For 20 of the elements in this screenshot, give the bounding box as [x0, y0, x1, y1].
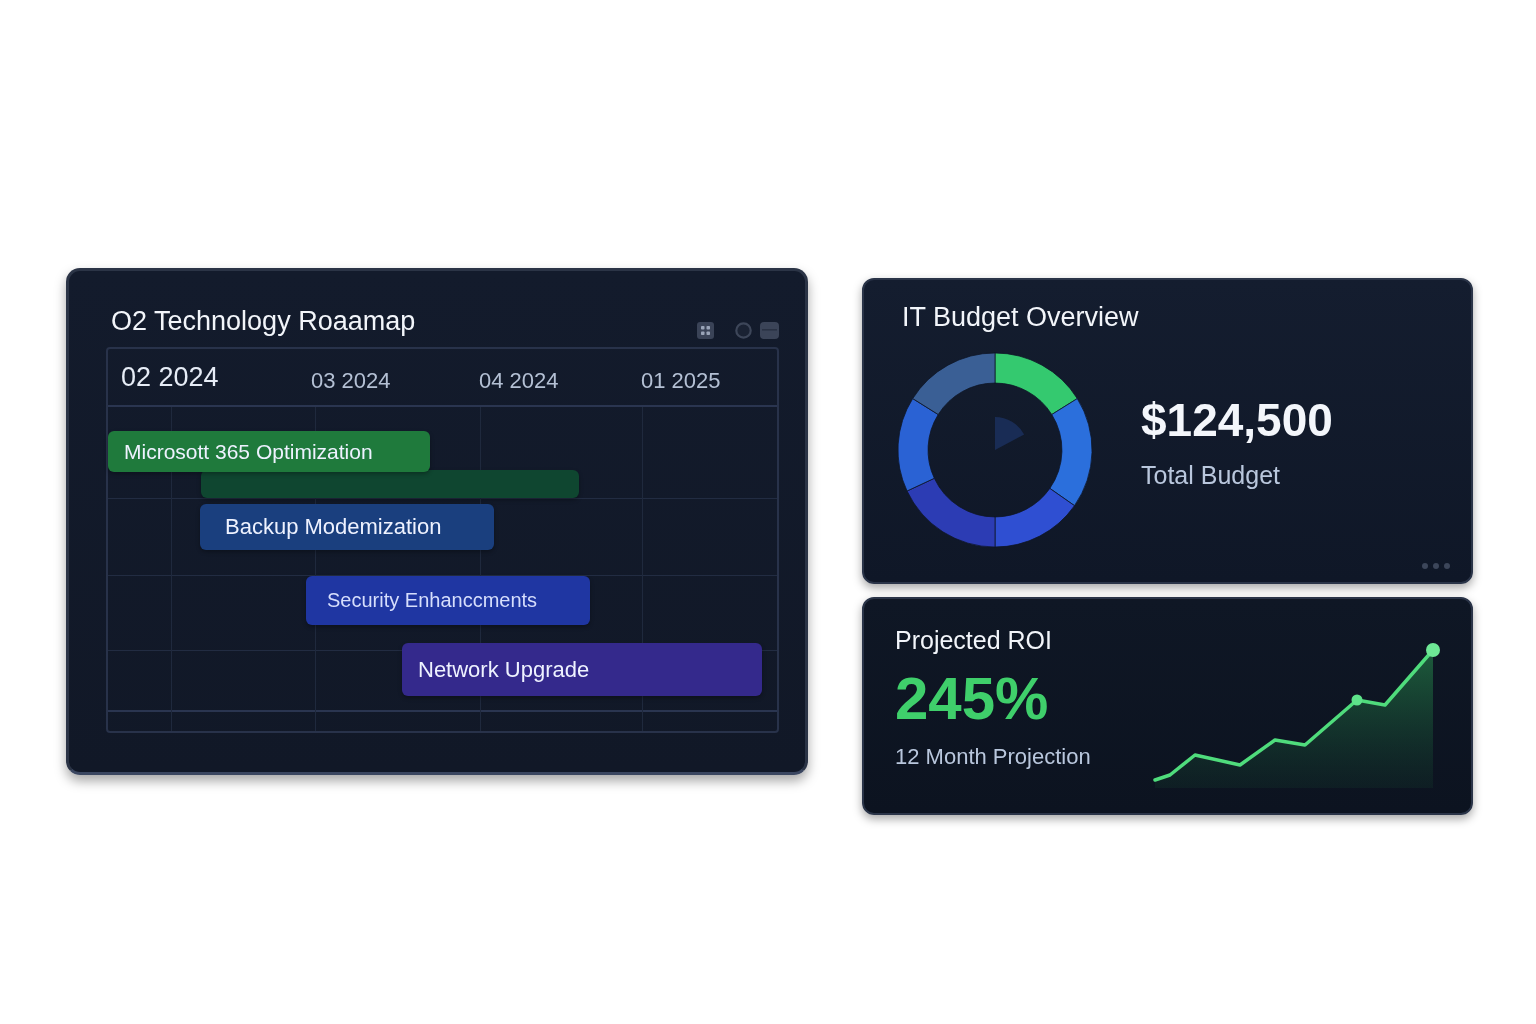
card-title: Projected ROI [895, 625, 1052, 655]
more-icon[interactable] [1421, 562, 1451, 570]
quarter-label: 01 2025 [641, 367, 721, 395]
task-bar[interactable]: Backup Modemization [200, 504, 494, 550]
rectangle-icon[interactable] [760, 321, 779, 339]
quarter-label: 04 2024 [479, 367, 559, 395]
quarter-label: 03 2024 [311, 367, 391, 395]
roi-caption: 12 Month Projection [895, 743, 1091, 771]
task-bar[interactable]: Microsott 365 Optimization [108, 431, 430, 472]
task-bar[interactable]: Network Upgrade [402, 643, 762, 696]
grid-icon[interactable] [697, 321, 714, 339]
circle-icon[interactable] [735, 321, 752, 339]
quarter-label: 02 2024 [121, 361, 219, 393]
task-bar[interactable] [201, 470, 579, 498]
roi-value: 245% [895, 667, 1049, 731]
budget-amount: $124,500 [1141, 394, 1333, 446]
card-title: IT Budget Overview [902, 301, 1140, 334]
task-bar[interactable]: Security Enhanccments [306, 576, 590, 625]
panel-title: O2 Technology Roaamap [110, 305, 416, 337]
budget-caption: Total Budget [1141, 460, 1280, 490]
